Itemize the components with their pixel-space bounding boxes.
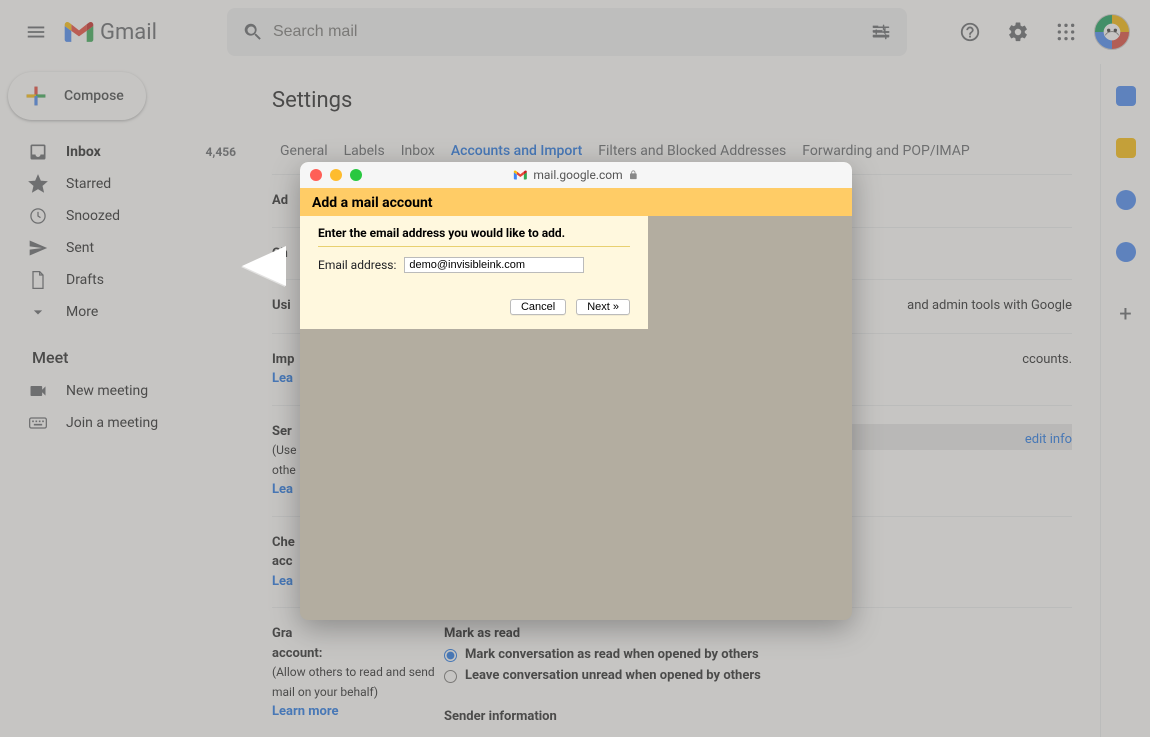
section-grant-label2: account:: [272, 646, 322, 661]
sender-info-heading: Sender information: [444, 707, 1072, 728]
keep-app-icon[interactable]: [1116, 138, 1136, 158]
edit-info-link[interactable]: edit info: [1025, 430, 1072, 451]
section-import-label: Imp: [272, 352, 294, 367]
star-icon: [28, 174, 48, 194]
sidebar-item-new-meeting[interactable]: New meeting: [8, 375, 248, 407]
mark-as-read-heading: Mark as read: [444, 624, 1072, 645]
account-avatar[interactable]: [1094, 14, 1130, 50]
email-address-input[interactable]: [404, 257, 584, 273]
sidebar-item-more[interactable]: More: [8, 296, 248, 328]
plus-icon: [22, 82, 50, 110]
learn-more-link[interactable]: Lea: [272, 574, 293, 589]
gmail-icon: [64, 21, 94, 43]
popup-url: mail.google.com: [533, 168, 622, 182]
radio-leave-unread[interactable]: Leave conversation unread when opened by…: [444, 666, 1072, 687]
google-apps-button[interactable]: [1046, 12, 1086, 52]
contacts-app-icon[interactable]: [1116, 242, 1136, 262]
learn-more-link[interactable]: Lea: [272, 371, 293, 386]
support-button[interactable]: [950, 12, 990, 52]
chevron-down-icon: [28, 302, 48, 322]
cancel-button[interactable]: Cancel: [510, 299, 566, 315]
inbox-icon: [28, 142, 48, 162]
window-minimize-button[interactable]: [330, 169, 342, 181]
email-address-label: Email address:: [318, 258, 396, 272]
clock-icon: [28, 206, 48, 226]
section-check-label2: acc: [272, 554, 293, 569]
nav-label: Snoozed: [66, 208, 120, 224]
nav-label: Sent: [66, 240, 94, 256]
settings-button[interactable]: [998, 12, 1038, 52]
section-sendas-label: Ser: [272, 424, 292, 439]
next-button[interactable]: Next »: [576, 299, 630, 315]
learn-more-link[interactable]: Learn more: [272, 704, 339, 719]
nav-label: More: [66, 304, 98, 320]
radio-mark-read-input[interactable]: [444, 649, 457, 662]
section-grant-label1: Gra: [272, 626, 292, 641]
side-panel: +: [1100, 64, 1150, 737]
inbox-count: 4,456: [206, 145, 237, 159]
popup-instruction: Enter the email address you would like t…: [318, 226, 630, 247]
nav-label: Join a meeting: [66, 415, 158, 431]
section-grant-sub1: (Allow others to read and send: [272, 665, 435, 679]
nav-label: Starred: [66, 176, 111, 192]
gmail-logo[interactable]: Gmail: [64, 20, 157, 45]
section-check-label1: Che: [272, 535, 295, 550]
sidebar-item-starred[interactable]: Starred: [8, 168, 248, 200]
section-sendas-sub2: othe: [272, 463, 296, 477]
annotation-arrow: [242, 246, 286, 286]
draft-icon: [28, 270, 48, 290]
compose-label: Compose: [64, 88, 124, 104]
send-icon: [28, 238, 48, 258]
sidebar-item-drafts[interactable]: Drafts: [8, 264, 248, 296]
section-sendas-sub1: (Use: [272, 443, 296, 457]
calendar-app-icon[interactable]: [1116, 86, 1136, 106]
sidebar-item-sent[interactable]: Sent: [8, 232, 248, 264]
sidebar: Compose Inbox 4,456 Starred Snoozed Sent…: [0, 64, 256, 737]
nav-label: Inbox: [66, 144, 101, 160]
compose-button[interactable]: Compose: [8, 72, 146, 120]
add-addon-button[interactable]: +: [1119, 302, 1131, 327]
meet-section-title: Meet: [8, 328, 256, 375]
tasks-app-icon[interactable]: [1116, 190, 1136, 210]
radio-mark-read[interactable]: Mark conversation as read when opened by…: [444, 645, 1072, 666]
section-grant-sub2: mail on your behalf): [272, 685, 378, 699]
learn-more-link[interactable]: Lea: [272, 482, 293, 497]
header-bar: Gmail: [0, 0, 1150, 64]
lock-icon: [629, 170, 639, 180]
search-options-icon[interactable]: [861, 12, 901, 52]
radio-mark-read-label: Mark conversation as read when opened by…: [465, 645, 759, 666]
gmail-icon: [513, 170, 527, 180]
radio-leave-unread-label: Leave conversation unread when opened by…: [465, 666, 761, 687]
sidebar-item-join-meeting[interactable]: Join a meeting: [8, 407, 248, 439]
app-name: Gmail: [100, 20, 157, 45]
window-zoom-button[interactable]: [350, 169, 362, 181]
search-bar[interactable]: [227, 8, 907, 56]
page-title: Settings: [272, 88, 1072, 113]
search-input[interactable]: [273, 23, 861, 41]
nav-label: Drafts: [66, 272, 104, 288]
nav-label: New meeting: [66, 383, 148, 399]
popup-header: Add a mail account: [300, 188, 852, 216]
keyboard-icon: [28, 413, 48, 433]
main-menu-button[interactable]: [12, 8, 60, 56]
add-mail-account-popup: mail.google.com Add a mail account Enter…: [300, 162, 852, 620]
sidebar-item-snoozed[interactable]: Snoozed: [8, 200, 248, 232]
window-close-button[interactable]: [310, 169, 322, 181]
radio-leave-unread-input[interactable]: [444, 670, 457, 683]
search-icon[interactable]: [233, 12, 273, 52]
video-icon: [28, 381, 48, 401]
sidebar-item-inbox[interactable]: Inbox 4,456: [8, 136, 248, 168]
popup-titlebar[interactable]: mail.google.com: [300, 162, 852, 188]
